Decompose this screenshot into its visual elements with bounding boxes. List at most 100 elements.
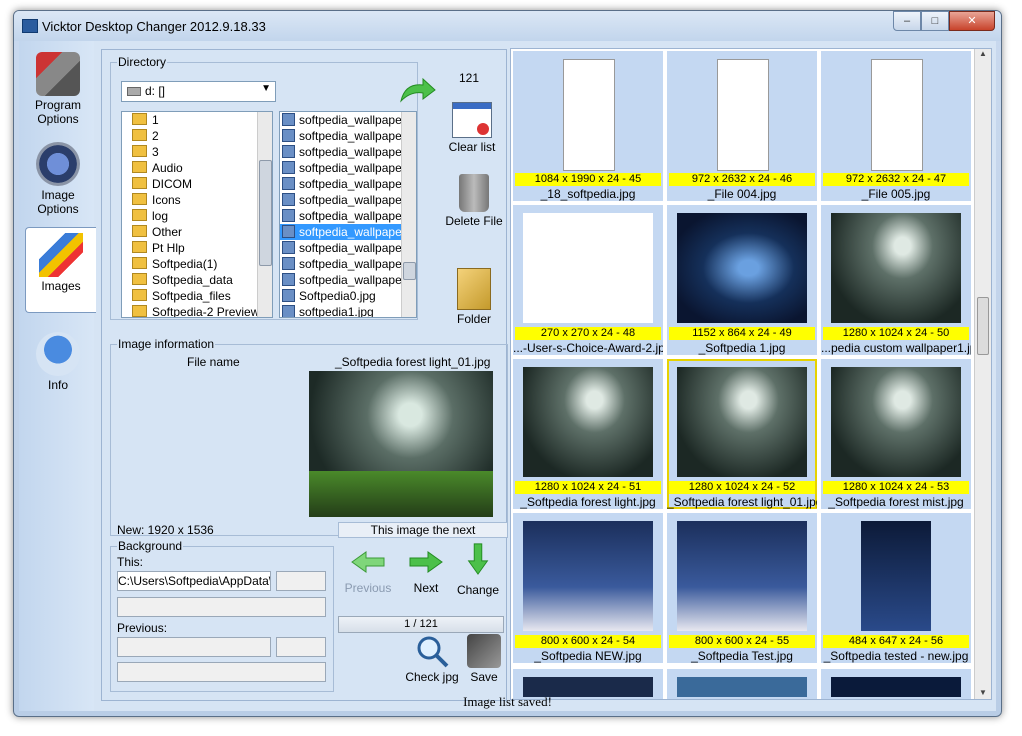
preview-image [309,371,493,517]
thumbnail-tile[interactable]: 484 x 647 x 24 - 56 _Softpedia tested - n… [821,513,971,663]
previous-info-field[interactable] [117,662,326,682]
file-name: softpedia1.jpg [299,305,374,318]
file-name: Softpedia0.jpg [299,289,376,303]
title-bar[interactable]: Vicktor Desktop Changer 2012.9.18.33 – □… [14,11,1001,41]
directory-group: Directory d: [] ▼ 1 2 3 Audio DICOM Icons log O… [110,55,436,320]
file-list-item[interactable]: softpedia_wallpaper_2_1 [280,176,416,192]
thumbnail-tile[interactable]: 270 x 270 x 24 - 48 ...-User-s-Choice-Awa… [513,205,663,355]
image-file-icon [282,241,295,254]
file-list-item[interactable]: softpedia1.jpg [280,304,416,318]
thumbnail-filename: _File 004.jpg [707,187,777,201]
clear-list-button[interactable]: Clear list [444,102,500,154]
minimize-button[interactable]: – [893,11,921,31]
sidebar-item-images[interactable]: Images [25,227,96,313]
sidebar-item-image-options[interactable]: Image Options [23,137,93,221]
folder-list[interactable]: 1 2 3 Audio DICOM Icons log Other Pt Hlp Softpedi… [121,111,273,318]
thumbnail-tile[interactable]: 800 x 600 x 24 - 55 _Softpedia Test.jpg [667,513,817,663]
folder-list-item[interactable]: Other [122,224,272,240]
folder-list-item[interactable]: 1 [122,112,272,128]
folder-list-item[interactable]: Audio [122,160,272,176]
file-list-item[interactable]: softpedia_wallpaper_3_1 [280,208,416,224]
folder-button[interactable]: Folder [449,268,499,326]
folder-list-item[interactable]: DICOM [122,176,272,192]
thumbnail-image [831,367,961,477]
go-arrow-icon[interactable] [397,77,437,105]
folder-icon [132,209,147,221]
folder-list-item[interactable]: Softpedia_files [122,288,272,304]
file-list-item[interactable]: softpedia_wallpaper_3_1 [280,240,416,256]
thumbnail-tile[interactable]: 1280 x 1024 x 24 - 53 _Softpedia forest m… [821,359,971,509]
folder-icon [132,289,147,301]
folder-name: Softpedia(1) [152,257,218,271]
check-jpg-button[interactable]: Check jpg [402,634,462,684]
previous-extra-field[interactable] [276,637,326,657]
file-list-item[interactable]: softpedia_wallpaper_3_1 [280,256,416,272]
thumbnail-tile[interactable]: 800 x 600 x 24 - 54 _Softpedia NEW.jpg [513,513,663,663]
thumbnail-tile[interactable]: 1152 x 864 x 24 - 49 _Softpedia 1.jpg [667,205,817,355]
file-list-item[interactable]: softpedia_wallpaper_1_1 [280,128,416,144]
file-list-scrollbar[interactable] [401,112,416,317]
thumbnail-tile[interactable]: 1280 x 1024 x 24 - 52 _Softpedia forest l… [667,359,817,509]
folder-list-item[interactable]: Softpedia(1) [122,256,272,272]
gallery-scroll-thumb[interactable] [977,297,989,355]
file-list-item[interactable]: softpedia_wallpaper_1_1 [280,112,416,128]
folder-list-item[interactable]: Softpedia_data [122,272,272,288]
file-list-item[interactable]: softpedia_wallpaper_3_8 [280,272,416,288]
camera-lens-icon [36,142,80,186]
close-button[interactable]: ✕ [949,11,995,31]
file-list[interactable]: softpedia_wallpaper_1_1 softpedia_wallpap… [279,111,417,318]
this-extra-field[interactable] [276,571,326,591]
thumbnail-tile[interactable]: 1280 x 1024 x 24 - 50 ...pedia custom wal… [821,205,971,355]
app-icon [22,19,38,33]
thumbnail-image [717,59,769,171]
folder-list-item[interactable]: Icons [122,192,272,208]
folder-name: Audio [152,161,183,175]
thumbnail-tile[interactable]: 1280 x 1024 x 24 - 51 _Softpedia forest l… [513,359,663,509]
folder-icon [132,145,147,157]
image-file-icon [282,257,295,270]
folder-list-item[interactable]: 2 [122,128,272,144]
folder-list-item[interactable]: Softpedia-2 Previews. [122,304,272,317]
folder-name: 3 [152,145,159,159]
folder-list-scrollbar[interactable] [257,112,272,317]
change-button[interactable]: Change [452,542,504,597]
sidebar-item-label: Info [47,378,68,392]
file-name: softpedia_wallpaper_3_1 [299,209,416,223]
thumbnail-filename: _Softpedia Test.jpg [691,649,793,663]
file-list-item[interactable]: Softpedia0.jpg [280,288,416,304]
folder-label: Folder [456,312,491,326]
thumbnail-image [563,59,615,171]
file-list-item[interactable]: softpedia_wallpaper_2_1 [280,160,416,176]
sidebar-item-info[interactable]: Info [23,327,93,411]
next-button[interactable]: Next [400,550,452,595]
folder-list-item[interactable]: 3 [122,144,272,160]
thumbnail-tile[interactable]: 1084 x 1990 x 24 - 45 _18_softpedia.jpg [513,51,663,201]
this-info-field[interactable] [117,597,326,617]
thumbnail-image [861,521,931,631]
maximize-button[interactable]: □ [921,11,949,31]
image-file-icon [282,305,295,317]
drive-select[interactable]: d: [] ▼ [121,81,276,102]
file-list-item[interactable]: softpedia_wallpaper_2_8 [280,192,416,208]
file-list-item[interactable]: softpedia_wallpaper_2_1 [280,144,416,160]
delete-file-button[interactable]: Delete File [444,174,504,228]
thumbnail-dimensions: 800 x 600 x 24 - 54 [515,635,661,648]
thumbnail-image [523,521,653,631]
thumbnail-gallery[interactable]: 1084 x 1990 x 24 - 45 _18_softpedia.jpg 97… [510,48,992,700]
thumbnail-tile[interactable]: 972 x 2632 x 24 - 47 _File 005.jpg [821,51,971,201]
scroll-up-icon[interactable]: ▲ [975,49,991,58]
previous-path-field[interactable] [117,637,271,657]
previous-label: Previous: [117,621,168,635]
this-path-field[interactable]: C:\Users\Softpedia\AppData\Roaming [117,571,271,591]
drive-icon [127,87,141,96]
folder-list-item[interactable]: Pt Hlp [122,240,272,256]
sidebar-item-program-options[interactable]: Program Options [23,47,93,131]
thumbnail-filename: _Softpedia forest light_01.jpg [667,495,817,509]
previous-button[interactable]: Previous [342,550,394,595]
file-list-item[interactable]: softpedia_wallpaper_3_1 [280,224,416,240]
folder-list-item[interactable]: log [122,208,272,224]
save-button[interactable]: Save [460,634,508,684]
chevron-down-icon[interactable]: ▼ [261,83,271,94]
thumbnail-tile[interactable]: 972 x 2632 x 24 - 46 _File 004.jpg [667,51,817,201]
gallery-scrollbar[interactable]: ▲ ▼ [974,49,991,699]
